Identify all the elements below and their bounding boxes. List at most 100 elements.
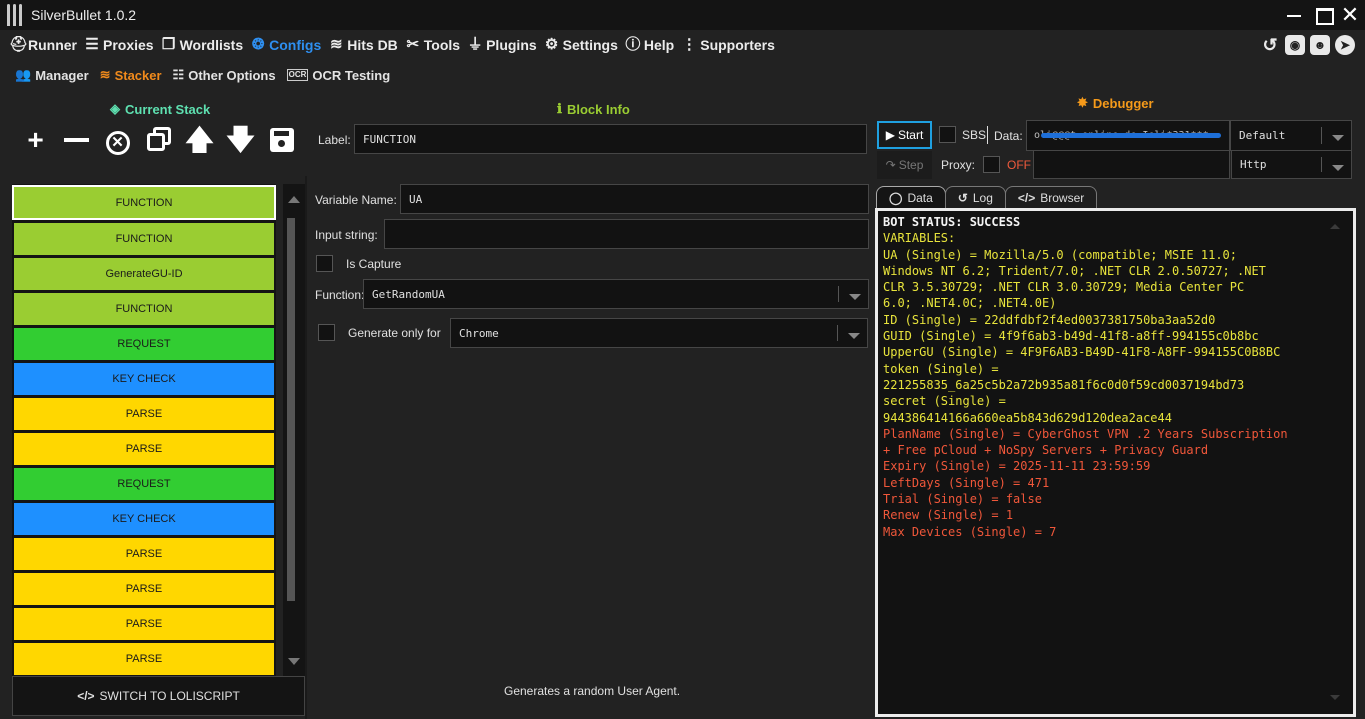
sub-menu: 👥 Manager ≋ Stacker ☷ Other Options OCR OCR … (0, 62, 401, 88)
menu-tools[interactable]: ✂ Tools (405, 36, 461, 54)
function-label: Function: (315, 288, 365, 302)
function-select[interactable]: GetRandomUA (363, 279, 869, 309)
stack-block[interactable]: FUNCTION (14, 293, 274, 325)
minimize-button[interactable] (1284, 4, 1306, 26)
menu-plugins[interactable]: ⏚ Plugins (467, 36, 537, 54)
move-down-button[interactable]: 🡇 (225, 124, 256, 155)
input-string-label: Input string: (315, 228, 378, 242)
stack-block[interactable]: KEY CHECK (14, 503, 274, 535)
plug-icon: ⏚ (467, 36, 483, 53)
menu-hits-db[interactable]: ≋ Hits DB (328, 37, 398, 54)
stack-block[interactable]: FUNCTION (12, 185, 276, 220)
submenu-stacker[interactable]: ≋ Stacker (100, 67, 162, 83)
sliders-icon: ☷ (172, 67, 185, 82)
output-line: UpperGU (Single) = 4F9F6AB3-B49D-41F8-A8… (883, 345, 1281, 360)
stack-block[interactable]: KEY CHECK (14, 363, 274, 395)
input-string-input[interactable] (384, 219, 869, 249)
worker-icon: ⛑ (9, 36, 29, 53)
stack-block[interactable]: REQUEST (14, 468, 274, 500)
header-icons: ↺ ◉ ☻ ➤ (1260, 35, 1360, 55)
data-type-select[interactable]: Default (1230, 120, 1352, 151)
step-debug-button[interactable]: ↷ Step (877, 151, 932, 179)
output-line: CLR 3.5.30729; .NET CLR 3.0.30729; Media… (883, 280, 1245, 295)
switch-to-loliscript-button[interactable]: </> SWITCH TO LOLISCRIPT (12, 676, 305, 716)
arrow-down-icon: 🡇 (226, 124, 255, 155)
scroll-up-icon[interactable] (1330, 224, 1340, 229)
test-data-input[interactable]: oli@@@t.online.de:Ieli*331*** (1026, 120, 1230, 151)
remove-block-button[interactable] (61, 124, 92, 155)
stack-block[interactable]: PARSE (14, 433, 274, 465)
variable-name-input[interactable]: UA (400, 184, 869, 214)
menu-wordlists[interactable]: ❐ Wordlists (161, 37, 243, 54)
output-line: Max Devices (Single) = 7 (883, 524, 1057, 539)
menu-proxies[interactable]: ☰ Proxies (84, 37, 153, 54)
camera-icon[interactable]: ◉ (1285, 35, 1305, 55)
add-block-button[interactable]: + (20, 124, 51, 155)
scroll-thumb[interactable] (287, 218, 295, 601)
move-up-button[interactable]: 🡅 (184, 124, 215, 155)
proxy-input[interactable] (1033, 150, 1230, 179)
menu-runner[interactable]: ⛑ Runner (9, 36, 77, 54)
stack-block[interactable]: PARSE (14, 398, 274, 430)
submenu-manager[interactable]: 👥 Manager (15, 67, 89, 83)
telegram-icon[interactable]: ➤ (1335, 35, 1355, 55)
redo-icon: ↷ (885, 158, 896, 172)
label-field-label: Label: (318, 133, 351, 147)
menu-help[interactable]: ⓘ Help (625, 37, 674, 54)
debugger-output[interactable]: BOT STATUS: SUCCESS VARIABLES: UA (Single)… (875, 208, 1356, 717)
stack-block[interactable]: FUNCTION (14, 223, 274, 255)
ocr-icon: OCR (286, 69, 309, 81)
output-line: PlanName (Single) = CyberGhost VPN .2 Ye… (883, 426, 1288, 441)
label-input[interactable]: FUNCTION (354, 124, 867, 154)
tab-browser[interactable]: </> Browser (1004, 186, 1098, 209)
menu-configs[interactable]: ❂ Configs (250, 36, 321, 54)
users-gear-icon: 👥 (15, 67, 32, 82)
tools-icon: ✂ (406, 36, 420, 53)
stack-block[interactable]: REQUEST (14, 328, 274, 360)
submenu-other-options[interactable]: ☷ Other Options (173, 67, 276, 83)
stack-scrollbar[interactable] (283, 184, 305, 677)
tab-log[interactable]: ↺ Log (944, 186, 1006, 209)
debugger-title: ✸ Debugger (1077, 95, 1154, 111)
chevron-down-icon (838, 286, 868, 302)
stack-block[interactable]: GenerateGU-ID (14, 258, 274, 290)
close-button[interactable]: ✕ (1339, 4, 1361, 26)
proxy-type-select[interactable]: Http (1231, 150, 1352, 179)
clone-block-button[interactable] (143, 124, 174, 155)
stack-block[interactable]: PARSE (14, 573, 274, 605)
history-icon[interactable]: ↺ (1260, 35, 1280, 55)
start-debug-button[interactable]: ▶ Start (877, 121, 932, 149)
play-icon: ▶ (885, 128, 895, 142)
data-label: Data: (994, 129, 1023, 143)
sbs-checkbox[interactable] (939, 126, 956, 143)
proxy-state: OFF (1007, 158, 1031, 172)
output-line: secret (Single) = (883, 394, 1006, 409)
is-capture-checkbox[interactable] (316, 255, 333, 272)
clear-blocks-button[interactable]: ✕ (102, 124, 133, 155)
scroll-down-icon[interactable] (288, 658, 300, 665)
proxy-checkbox[interactable] (983, 156, 1000, 173)
output-line: ID (Single) = 22ddfdbf2f4ed0037381750ba3… (883, 312, 1216, 327)
stack-toolbar: + ✕ 🡅 🡇 (20, 124, 307, 155)
panel-divider (305, 176, 307, 719)
menu-settings[interactable]: ⚙ Settings (544, 37, 618, 54)
stack-block[interactable]: PARSE (14, 608, 274, 640)
submenu-ocr-testing[interactable]: OCR OCR Testing (286, 68, 390, 83)
menu-supporters[interactable]: ⋮ Supporters (681, 37, 775, 54)
info-icon: ℹ (557, 101, 562, 116)
close-circle-icon: ✕ (105, 131, 130, 155)
maximize-button[interactable] (1313, 4, 1335, 26)
separator (987, 126, 988, 144)
generate-only-checkbox[interactable] (318, 324, 335, 341)
stack-block[interactable]: PARSE (14, 643, 274, 675)
save-button[interactable] (266, 124, 297, 155)
debugger-tabs: ◯ Data ↺ Log </> Browser (876, 186, 1098, 209)
stack-block[interactable]: PARSE (14, 538, 274, 570)
tab-data[interactable]: ◯ Data (876, 186, 946, 209)
browser-select[interactable]: Chrome (450, 318, 868, 348)
discord-icon[interactable]: ☻ (1310, 35, 1330, 55)
gear-wheel-icon: ❂ (251, 36, 265, 53)
proxy-label: Proxy: (941, 158, 976, 172)
scroll-up-icon[interactable] (288, 196, 300, 203)
scroll-down-icon[interactable] (1330, 695, 1340, 700)
